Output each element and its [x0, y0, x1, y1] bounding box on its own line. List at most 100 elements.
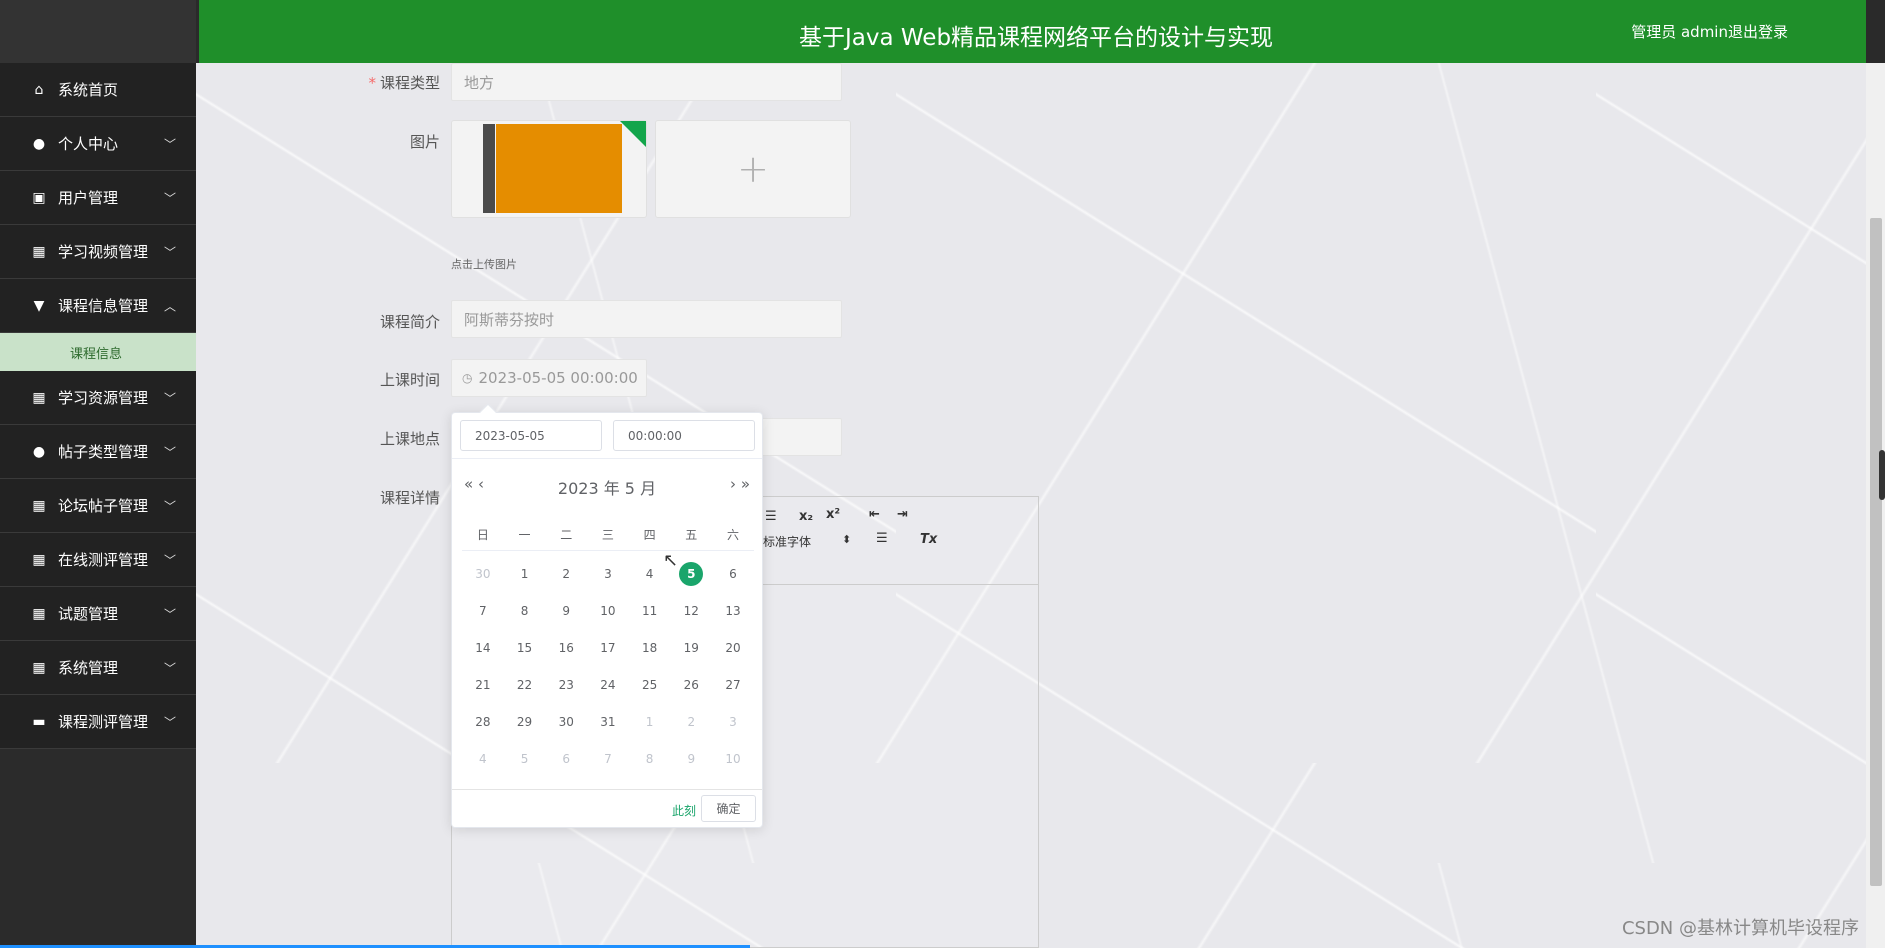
calendar-day[interactable]: 15 — [504, 641, 546, 655]
upload-add-button[interactable]: + — [655, 120, 851, 218]
calendar-day[interactable]: 26 — [670, 678, 712, 692]
calendar-day[interactable]: 1 — [504, 567, 546, 581]
calendar-day[interactable]: 4 — [462, 752, 504, 766]
calendar-day[interactable]: 28 — [462, 715, 504, 729]
submenu-item-course-info[interactable]: 课程信息 — [0, 333, 196, 371]
calendar-day[interactable]: 2 — [545, 567, 587, 581]
calendar-day[interactable]: 18 — [629, 641, 671, 655]
font-select[interactable]: 标准字体 — [763, 533, 811, 550]
calendar-day[interactable]: 2 — [670, 715, 712, 729]
sidebar-item-4[interactable]: ▼ 课程信息管理 ︿ — [0, 279, 196, 333]
calendar-day[interactable]: 23 — [545, 678, 587, 692]
pin-icon: ▼ — [33, 297, 45, 314]
calendar-day[interactable]: 20 — [712, 641, 754, 655]
calendar-week-row: 30 1 2 3 4 5 6 — [462, 555, 754, 592]
calendar-day[interactable]: 10 — [712, 752, 754, 766]
grid-icon: ▦ — [32, 605, 46, 622]
calendar-day[interactable]: 29 — [504, 715, 546, 729]
logout-link[interactable]: 退出登录 — [1728, 21, 1788, 42]
plus-icon: + — [737, 147, 769, 191]
list-icon[interactable]: ☰ — [765, 509, 777, 524]
day-number: 16 — [558, 640, 574, 655]
chevron-icon: ﹀ — [163, 715, 176, 729]
calendar-day[interactable]: 3 — [587, 567, 629, 581]
calendar-day[interactable]: 8 — [504, 604, 546, 618]
picker-time-input[interactable]: 00:00:00 — [613, 420, 755, 451]
chevron-icon: ﹀ — [163, 391, 176, 405]
next-month-icon[interactable]: › — [730, 475, 736, 493]
time-input[interactable]: ◷ 2023-05-05 00:00:00 — [451, 359, 647, 397]
calendar-day[interactable]: 6 — [545, 752, 587, 766]
calendar-day[interactable]: 7 — [587, 752, 629, 766]
calendar-week-row: 14 15 16 17 18 19 20 — [462, 629, 754, 666]
calendar-day[interactable]: 25 — [629, 678, 671, 692]
page-scrollbar[interactable] — [1866, 63, 1885, 948]
weekday-label: 三 — [601, 528, 614, 542]
calendar-day[interactable]: 9 — [670, 752, 712, 766]
scrollbar-thumb[interactable] — [1870, 218, 1882, 886]
sidebar-item-1[interactable]: ● 个人中心 ﹀ — [0, 117, 196, 171]
course-type-input[interactable]: 地方 — [451, 63, 842, 101]
weekday-label: 五 — [685, 528, 698, 542]
calendar-day[interactable]: 11 — [629, 604, 671, 618]
superscript-icon[interactable]: x² — [826, 507, 840, 522]
sidebar-item-11[interactable]: ▬ 课程测评管理 ﹀ — [0, 695, 196, 749]
upload-hint: 点击上传图片 — [451, 258, 517, 271]
calendar-day[interactable]: 19 — [670, 641, 712, 655]
picker-footer: 此刻 确定 — [452, 789, 762, 827]
align-icon[interactable]: ☰ — [876, 531, 888, 546]
sidebar-item-8[interactable]: ▦ 在线测评管理 ﹀ — [0, 533, 196, 587]
sidebar-item-label: 课程信息管理 — [58, 297, 149, 315]
calendar-day[interactable]: 10 — [587, 604, 629, 618]
grid-icon: ▦ — [32, 243, 46, 260]
calendar-day[interactable]: 16 — [545, 641, 587, 655]
sidebar-logo-area — [0, 0, 196, 63]
calendar-day[interactable]: 5 — [504, 752, 546, 766]
calendar-day[interactable]: 14 — [462, 641, 504, 655]
sidebar-item-7[interactable]: ▦ 论坛帖子管理 ﹀ — [0, 479, 196, 533]
intro-input[interactable]: 阿斯蒂芬按时 — [451, 300, 842, 338]
calendar-day[interactable]: 22 — [504, 678, 546, 692]
calendar-day[interactable]: 27 — [712, 678, 754, 692]
day-number: 2 — [562, 566, 571, 581]
clear-format-icon[interactable]: Tx — [920, 532, 937, 547]
calendar-day[interactable]: 13 — [712, 604, 754, 618]
picker-date-input[interactable]: 2023-05-05 — [460, 420, 602, 451]
calendar-day[interactable]: 30 — [545, 715, 587, 729]
calendar-day[interactable]: 7 — [462, 604, 504, 618]
calendar-day[interactable]: 24 — [587, 678, 629, 692]
sidebar-item-0[interactable]: ⌂ 系统首页 — [0, 63, 196, 117]
calendar-day[interactable]: 6 — [712, 567, 754, 581]
next-year-icon[interactable]: » — [741, 475, 750, 493]
sidebar-item-6[interactable]: ● 帖子类型管理 ﹀ — [0, 425, 196, 479]
confirm-button[interactable]: 确定 — [701, 795, 756, 822]
divider — [452, 458, 762, 459]
sidebar-item-label: 用户管理 — [58, 189, 119, 207]
calendar-day[interactable]: 17 — [587, 641, 629, 655]
calendar-day[interactable]: 9 — [545, 604, 587, 618]
subscript-icon[interactable]: x₂ — [799, 509, 813, 524]
indent-icon[interactable]: ⇥ — [897, 507, 908, 522]
sidebar-item-5[interactable]: ▦ 学习资源管理 ﹀ — [0, 371, 196, 425]
sidebar-item-9[interactable]: ▦ 试题管理 ﹀ — [0, 587, 196, 641]
sidebar-item-3[interactable]: ▦ 学习视频管理 ﹀ — [0, 225, 196, 279]
outdent-icon[interactable]: ⇤ — [869, 507, 880, 522]
day-number: 24 — [600, 677, 616, 692]
calendar-day[interactable]: 8 — [629, 752, 671, 766]
calendar-day[interactable]: 1 — [629, 715, 671, 729]
calendar-day[interactable]: 30 — [462, 567, 504, 581]
sidebar-item-2[interactable]: ▣ 用户管理 ﹀ — [0, 171, 196, 225]
sidebar-item-10[interactable]: ▦ 系统管理 ﹀ — [0, 641, 196, 695]
intro-label: 课程简介 — [379, 313, 440, 331]
sidebar-item-label: 系统首页 — [58, 81, 119, 99]
calendar-day[interactable]: 12 — [670, 604, 712, 618]
day-number: 5 — [520, 751, 529, 766]
calendar-day[interactable]: 21 — [462, 678, 504, 692]
scroll-grip-handle[interactable] — [1879, 450, 1885, 500]
day-number: 7 — [604, 751, 612, 766]
uploaded-image-card[interactable] — [451, 120, 647, 218]
calendar-day[interactable]: 3 — [712, 715, 754, 729]
sidebar-item-label: 论坛帖子管理 — [58, 497, 149, 515]
now-button[interactable]: 此刻 — [672, 802, 696, 819]
calendar-day[interactable]: 31 — [587, 715, 629, 729]
